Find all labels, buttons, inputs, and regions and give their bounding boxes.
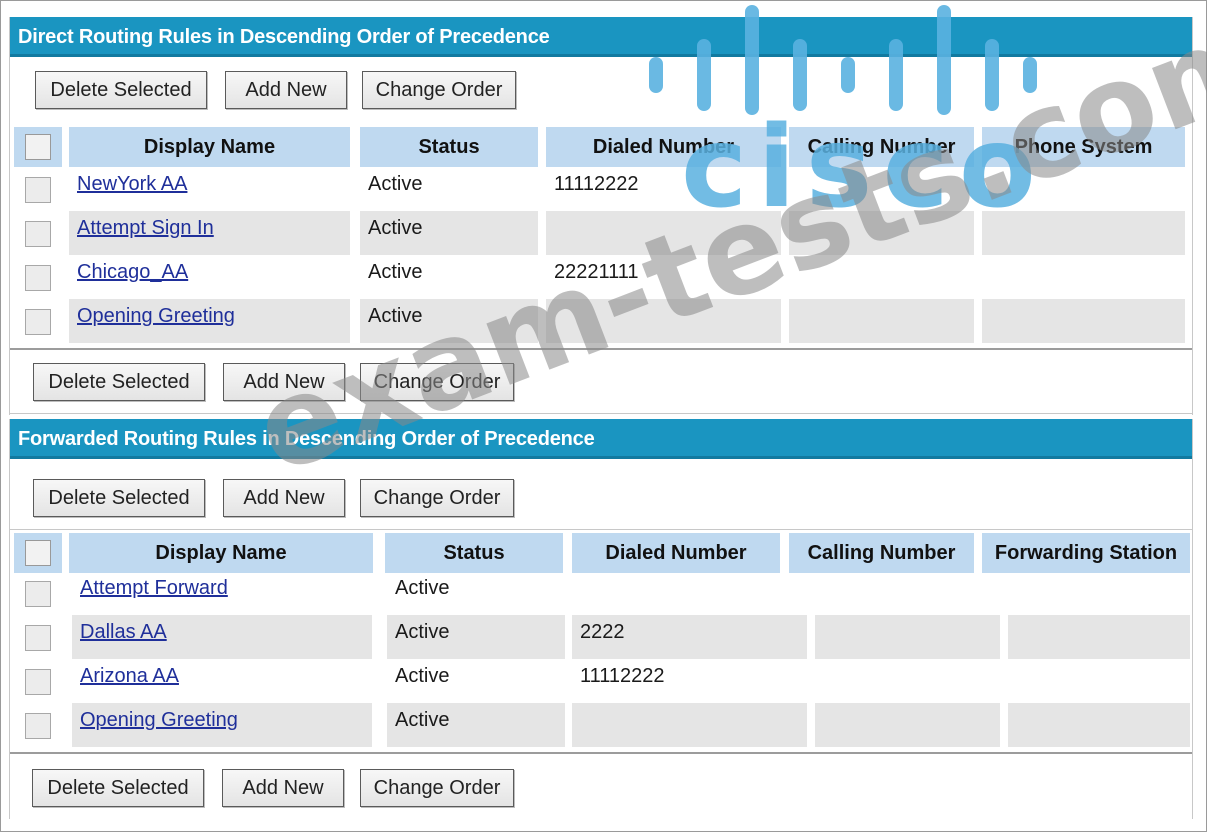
direct-select-all-checkbox[interactable]	[25, 134, 51, 160]
direct-bottom-toolbar: Delete Selected Add New Change Order	[10, 363, 1192, 419]
forwarded-routing-title: Forwarded Routing Rules in Descending Or…	[10, 419, 1192, 459]
calling-number-cell	[789, 211, 974, 255]
dialed-number-cell	[572, 571, 807, 615]
display-name-cell: Opening Greeting	[69, 299, 350, 343]
display-name-link[interactable]: Opening Greeting	[80, 709, 238, 731]
forwarded-header-select-cell	[14, 533, 62, 573]
forwarded-change-order-button[interactable]: Change Order	[360, 769, 514, 807]
display-name-link[interactable]: Arizona AA	[80, 665, 179, 687]
calling-number-cell	[789, 255, 974, 299]
forwarded-header-display-name: Display Name	[69, 533, 373, 573]
display-name-link[interactable]: Attempt Forward	[80, 577, 228, 599]
status-cell: Active	[360, 299, 538, 343]
display-name-cell: Chicago_AA	[69, 255, 350, 299]
direct-header-calling-number: Calling Number	[789, 127, 974, 167]
forwarded-change-order-button[interactable]: Change Order	[360, 479, 514, 517]
direct-routing-panel: Direct Routing Rules in Descending Order…	[9, 17, 1193, 415]
direct-header-dialed-number: Dialed Number	[546, 127, 781, 167]
forwarded-add-new-button[interactable]: Add New	[223, 479, 345, 517]
status-cell: Active	[387, 703, 565, 747]
row-checkbox[interactable]	[25, 221, 51, 247]
toolbar-divider	[10, 529, 1192, 530]
calling-number-cell	[789, 299, 974, 343]
phone-system-cell	[982, 211, 1185, 255]
display-name-link[interactable]: Opening Greeting	[77, 305, 235, 327]
direct-add-new-button[interactable]: Add New	[223, 363, 345, 401]
status-cell: Active	[368, 261, 423, 283]
direct-delete-selected-button[interactable]: Delete Selected	[33, 363, 205, 401]
forwarded-bottom-toolbar: Delete Selected Add New Change Order	[10, 769, 1192, 825]
status-cell: Active	[395, 577, 450, 599]
display-name-link[interactable]: Attempt Sign In	[77, 217, 214, 239]
row-checkbox[interactable]	[25, 265, 51, 291]
row-checkbox[interactable]	[25, 177, 51, 203]
display-name-cell: Dallas AA	[72, 615, 372, 659]
table-divider	[10, 348, 1192, 350]
dialed-number-cell: 2222	[572, 615, 807, 659]
calling-number-cell	[815, 703, 1000, 747]
dialed-number-cell: 11112222	[554, 173, 639, 195]
direct-top-toolbar: Delete Selected Add New Change Order	[10, 71, 1192, 127]
display-name-cell: Arizona AA	[72, 659, 372, 703]
forwarding-station-cell	[1008, 615, 1190, 659]
display-name-cell: Attempt Forward	[72, 571, 372, 615]
row-checkbox[interactable]	[25, 625, 51, 651]
direct-change-order-button[interactable]: Change Order	[360, 363, 514, 401]
calling-number-cell	[789, 167, 974, 211]
table-divider	[10, 752, 1192, 754]
forwarded-header-dialed-number: Dialed Number	[572, 533, 780, 573]
calling-number-cell	[815, 571, 1000, 615]
forwarding-station-cell	[1008, 659, 1190, 703]
row-checkbox[interactable]	[25, 713, 51, 739]
display-name-cell: Opening Greeting	[72, 703, 372, 747]
dialed-number-cell	[546, 211, 781, 255]
forwarded-header-forwarding-station: Forwarding Station	[982, 533, 1190, 573]
forwarded-header-status: Status	[385, 533, 563, 573]
row-checkbox[interactable]	[25, 669, 51, 695]
panel-bottom-divider	[10, 413, 1192, 414]
row-checkbox[interactable]	[25, 581, 51, 607]
direct-change-order-button[interactable]: Change Order	[362, 71, 516, 109]
phone-system-cell	[982, 299, 1185, 343]
status-cell: Active	[360, 211, 538, 255]
display-name-cell: NewYork AA	[69, 167, 350, 211]
forwarded-delete-selected-button[interactable]: Delete Selected	[33, 479, 205, 517]
phone-system-cell	[982, 255, 1185, 299]
row-checkbox[interactable]	[25, 309, 51, 335]
forwarded-header-calling-number: Calling Number	[789, 533, 974, 573]
forwarding-station-cell	[1008, 571, 1190, 615]
dialed-number-cell: 22221111	[554, 261, 639, 283]
forwarded-add-new-button[interactable]: Add New	[222, 769, 344, 807]
display-name-cell: Attempt Sign In	[69, 211, 350, 255]
forwarded-routing-panel: Forwarded Routing Rules in Descending Or…	[9, 419, 1193, 819]
display-name-link[interactable]: Chicago_AA	[77, 261, 188, 283]
direct-header-status: Status	[360, 127, 538, 167]
forwarded-top-toolbar: Delete Selected Add New Change Order	[10, 479, 1192, 535]
dialed-number-cell: 11112222	[580, 665, 665, 687]
display-name-link[interactable]: NewYork AA	[77, 173, 187, 195]
forwarding-station-cell	[1008, 703, 1190, 747]
direct-routing-title: Direct Routing Rules in Descending Order…	[10, 17, 1192, 57]
status-cell: Active	[395, 665, 450, 687]
status-cell: Active	[387, 615, 565, 659]
forwarded-delete-selected-button[interactable]: Delete Selected	[32, 769, 204, 807]
routing-rules-page: Direct Routing Rules in Descending Order…	[0, 0, 1207, 832]
direct-add-new-button[interactable]: Add New	[225, 71, 347, 109]
direct-delete-selected-button[interactable]: Delete Selected	[35, 71, 207, 109]
calling-number-cell	[815, 659, 1000, 703]
phone-system-cell	[982, 167, 1185, 211]
direct-header-display-name: Display Name	[69, 127, 350, 167]
display-name-link[interactable]: Dallas AA	[80, 621, 167, 643]
forwarded-select-all-checkbox[interactable]	[25, 540, 51, 566]
status-cell: Active	[368, 173, 423, 195]
dialed-number-cell	[572, 703, 807, 747]
calling-number-cell	[815, 615, 1000, 659]
direct-header-phone-system: Phone System	[982, 127, 1185, 167]
direct-header-select-cell	[14, 127, 62, 167]
dialed-number-cell	[546, 299, 781, 343]
